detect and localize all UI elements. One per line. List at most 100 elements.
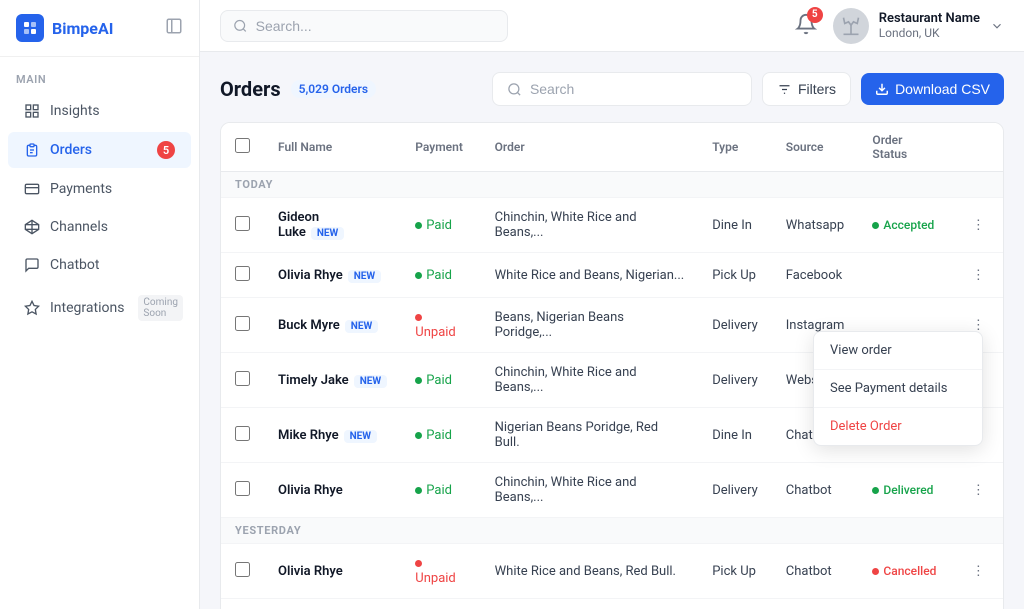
coming-soon-badge: Coming Soon <box>138 295 183 321</box>
row-checkbox[interactable] <box>235 371 250 386</box>
topbar: 5 Restaurant Name London, UK <box>200 0 1024 52</box>
table-row: Olivia Rhye Paid Chinchin, White Rice an… <box>221 463 1003 518</box>
download-csv-label: Download CSV <box>895 81 990 97</box>
orders-table-container: Full Name Payment Order Type Source Orde… <box>220 122 1004 609</box>
search-icon <box>233 18 248 34</box>
orders-search-container[interactable] <box>492 72 752 106</box>
page-actions: Filters Download CSV <box>492 72 1004 106</box>
context-menu: View order See Payment details Delete Or… <box>813 331 983 446</box>
filter-icon <box>777 82 792 97</box>
restaurant-avatar <box>833 8 869 44</box>
order-items: Nigerian Beans Poridge, Red Bull. <box>481 408 699 463</box>
restaurant-name: Restaurant Name <box>879 11 980 26</box>
row-checkbox[interactable] <box>235 562 250 577</box>
logo-area: BimpeAI <box>0 0 199 57</box>
col-fullname: Full Name <box>264 123 401 172</box>
payment-status: Paid <box>415 428 452 443</box>
order-source: Chatbot <box>772 544 859 599</box>
order-items: Chinchin, White Rice and Beans,... <box>481 353 699 408</box>
sidebar-toggle[interactable] <box>165 17 183 39</box>
channels-icon <box>24 219 40 235</box>
customer-name: Buck Myre <box>278 318 340 333</box>
order-type: Delivery <box>698 353 772 408</box>
filters-button[interactable]: Filters <box>762 72 851 106</box>
chevron-down-icon <box>990 19 1004 33</box>
notification-badge: 5 <box>807 7 823 23</box>
order-source: Whatsapp <box>772 198 859 253</box>
insights-icon <box>24 103 40 119</box>
row-checkbox[interactable] <box>235 316 250 331</box>
sidebar-item-channels[interactable]: Channels <box>8 210 191 244</box>
table-row: Gideon LukeNEW Paid Chinchin, White Rice… <box>221 198 1003 253</box>
order-items: Chinchin, White Rice and Beans,... <box>481 463 699 518</box>
logo-icon <box>16 14 44 42</box>
context-menu-delete-order[interactable]: Delete Order <box>814 408 982 445</box>
sidebar-item-integrations[interactable]: Integrations Coming Soon <box>8 286 191 330</box>
sidebar-item-label: Payments <box>50 181 112 197</box>
page-header: Orders 5,029 Orders Filters Download CSV <box>220 72 1004 106</box>
context-menu-view-order[interactable]: View order <box>814 332 982 369</box>
select-all-checkbox[interactable] <box>235 138 250 153</box>
filters-label: Filters <box>798 81 836 97</box>
order-items: Chinchin, White Rice and Beans,... <box>481 198 699 253</box>
customer-name: Mike Rhye <box>278 428 339 443</box>
topbar-search-container[interactable] <box>220 10 508 42</box>
payment-status: Paid <box>415 268 452 283</box>
restaurant-selector[interactable]: Restaurant Name London, UK <box>833 8 1004 44</box>
payment-status: Unpaid <box>415 556 455 586</box>
payment-status: Unpaid <box>415 310 455 340</box>
order-type: Dine In <box>698 198 772 253</box>
sidebar-item-payments[interactable]: Payments <box>8 172 191 206</box>
orders-badge: 5 <box>157 141 175 159</box>
sidebar-item-label: Insights <box>50 103 100 119</box>
row-checkbox[interactable] <box>235 481 250 496</box>
new-badge: NEW <box>311 227 344 240</box>
more-options-button[interactable]: ⋮ <box>968 265 989 285</box>
sidebar-item-label: Integrations <box>50 300 124 316</box>
row-checkbox[interactable] <box>235 216 250 231</box>
payment-status: Paid <box>415 218 452 233</box>
section-yesterday: YESTERDAY <box>221 518 1003 544</box>
row-checkbox[interactable] <box>235 266 250 281</box>
col-order: Order <box>481 123 699 172</box>
order-items: White Rice and Beans, Nigerian... <box>481 253 699 298</box>
order-type: Delivery <box>698 298 772 353</box>
col-payment: Payment <box>401 123 480 172</box>
customer-name: Timely Jake <box>278 373 349 388</box>
order-status: Delivered <box>872 483 933 497</box>
more-options-button[interactable]: ⋮ <box>968 215 989 235</box>
more-options-button[interactable]: ⋮ <box>968 561 989 581</box>
orders-search-input[interactable] <box>530 81 730 97</box>
new-badge: NEW <box>354 375 387 388</box>
order-status <box>858 253 953 298</box>
order-type: Pick Up <box>698 544 772 599</box>
sidebar-item-chatbot[interactable]: Chatbot <box>8 248 191 282</box>
restaurant-text: Restaurant Name London, UK <box>879 11 980 40</box>
topbar-right: 5 Restaurant Name London, UK <box>795 8 1004 44</box>
new-badge: NEW <box>348 270 381 283</box>
download-csv-button[interactable]: Download CSV <box>861 73 1004 105</box>
context-menu-see-payment[interactable]: See Payment details <box>814 370 982 407</box>
section-today: TODAY <box>221 172 1003 198</box>
col-type: Type <box>698 123 772 172</box>
order-type: Pick Up <box>698 253 772 298</box>
order-items: Beans, Nigerian Beans Poridge,... <box>481 298 699 353</box>
row-checkbox[interactable] <box>235 426 250 441</box>
sidebar-item-orders[interactable]: Orders 5 <box>8 132 191 168</box>
customer-name: Olivia Rhye <box>278 483 343 498</box>
col-source: Source <box>772 123 859 172</box>
more-options-button[interactable]: ⋮ <box>968 480 989 500</box>
download-icon <box>875 82 889 96</box>
order-source: Facebook <box>772 253 859 298</box>
customer-name: Olivia Rhye <box>278 564 343 579</box>
order-items: White Rice and Beans, Red Bull. <box>481 544 699 599</box>
customer-name: Olivia Rhye <box>278 268 343 283</box>
order-items: White Rice and Beans... <box>481 599 699 609</box>
app-name: BimpeAI <box>52 19 113 38</box>
page-title-area: Orders 5,029 Orders <box>220 77 376 101</box>
notification-button[interactable]: 5 <box>795 13 817 39</box>
order-type: Dine In <box>698 599 772 609</box>
sidebar-item-insights[interactable]: Insights <box>8 94 191 128</box>
sidebar-item-label: Chatbot <box>50 257 99 273</box>
topbar-search-input[interactable] <box>256 18 496 34</box>
